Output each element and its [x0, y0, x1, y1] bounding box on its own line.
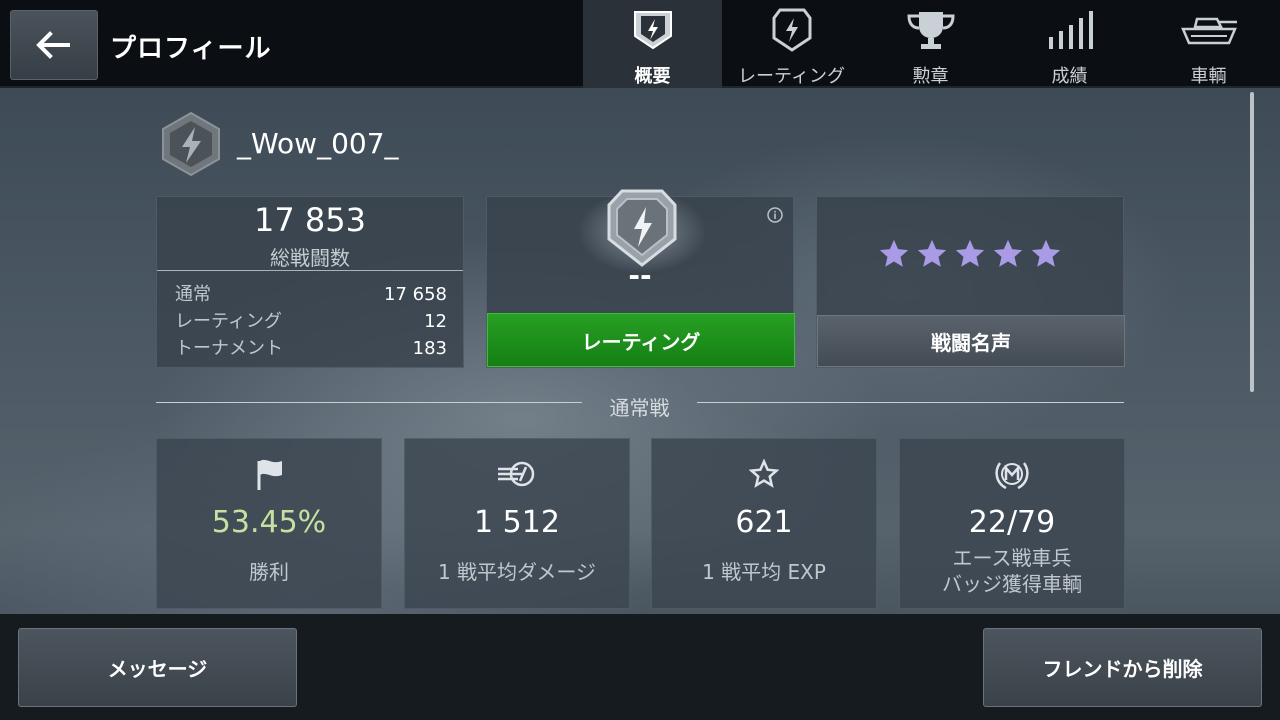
stat-label: 1 戦平均ダメージ: [437, 560, 597, 584]
breakdown-label: レーティング: [175, 311, 282, 332]
fame-stars: [817, 237, 1123, 271]
breakdown-row: レーティング 12: [175, 308, 447, 335]
breakdown-row: 通常 17 658: [175, 281, 447, 308]
ace-badge-icon: [900, 457, 1124, 491]
back-button[interactable]: [10, 10, 98, 80]
total-battles-value: 17 853: [254, 201, 366, 239]
rating-value: --: [628, 259, 652, 292]
stat-label-line: エース戦車兵: [952, 546, 1072, 570]
stat-value: 22/79: [968, 505, 1056, 540]
stat-card-avg-damage: 1 512 1 戦平均ダメージ: [404, 438, 630, 609]
player-rank-icon: [158, 111, 224, 177]
stat-value: 621: [735, 505, 793, 540]
info-icon[interactable]: [767, 207, 783, 223]
section-title: 通常戦: [609, 396, 670, 420]
tab-overview[interactable]: 概要: [583, 0, 722, 88]
star-icon: [917, 239, 947, 267]
tab-bar: 概要 レーティング 勲章 成績 車輌: [583, 0, 1278, 88]
tab-medals[interactable]: 勲章: [861, 0, 1000, 88]
star-icon: [993, 239, 1023, 267]
star-icon: [1031, 239, 1061, 267]
tab-vehicles[interactable]: 車輌: [1139, 0, 1278, 88]
star-icon: [879, 239, 909, 267]
stat-value: 1 512: [474, 505, 560, 540]
stat-label: 1 戦平均 EXP: [702, 560, 826, 584]
tab-label: 成績: [1051, 66, 1088, 87]
remove-friend-button[interactable]: フレンドから削除: [983, 628, 1262, 707]
tab-stats[interactable]: 成績: [1000, 0, 1139, 88]
shield-bolt-icon: [631, 8, 675, 52]
tab-label: 車輌: [1190, 66, 1227, 87]
rating-shield-icon: [772, 8, 812, 52]
star-icon: [955, 239, 985, 267]
tab-label: 概要: [634, 66, 671, 87]
section-divider-left: [156, 402, 582, 403]
battle-fame-button[interactable]: 戦闘名声: [817, 315, 1125, 367]
stat-card-win-rate: 53.45% 勝利: [156, 438, 382, 609]
stat-label-line: バッジ獲得車輌: [942, 572, 1082, 596]
tank-icon: [1179, 8, 1239, 52]
star-outline-icon: [652, 457, 876, 491]
tab-rating[interactable]: レーティング: [722, 0, 861, 88]
tab-label: 勲章: [912, 66, 949, 87]
message-button[interactable]: メッセージ: [18, 628, 297, 707]
battles-breakdown: 通常 17 658 レーティング 12 トーナメント 183: [175, 281, 447, 362]
bar-chart-icon: [1047, 8, 1093, 52]
trophy-icon: [905, 8, 957, 52]
stat-label: エース戦車兵 バッジ獲得車輌: [900, 545, 1124, 597]
damage-icon: [405, 457, 629, 491]
breakdown-value: 183: [412, 338, 447, 359]
stat-card-ace-badges: 22/79 エース戦車兵 バッジ獲得車輌: [899, 438, 1125, 609]
breakdown-value: 17 658: [384, 284, 447, 305]
rating-button[interactable]: レーティング: [487, 313, 795, 367]
stat-card-avg-exp: 621 1 戦平均 EXP: [651, 438, 877, 609]
player-name: _Wow_007_: [237, 127, 399, 160]
fame-panel: 戦闘名声: [816, 196, 1125, 368]
battles-panel: 17 853 総戦闘数 通常 17 658 レーティング 12 トーナメント 1…: [156, 196, 464, 368]
rating-panel: -- レーティング: [486, 187, 795, 368]
arrow-left-icon: [36, 31, 70, 59]
stat-value: 53.45%: [211, 505, 327, 540]
divider: [157, 270, 463, 271]
scrollbar[interactable]: [1250, 92, 1254, 392]
breakdown-value: 12: [424, 311, 447, 332]
total-battles-label: 総戦闘数: [270, 246, 350, 270]
breakdown-label: 通常: [175, 284, 211, 305]
flag-icon: [157, 457, 381, 491]
breakdown-row: トーナメント 183: [175, 335, 447, 362]
top-bar: プロフィール 概要 レーティング 勲章 成績 車輌: [0, 0, 1280, 88]
page-title: プロフィール: [110, 34, 272, 64]
breakdown-label: トーナメント: [175, 338, 283, 359]
section-divider-right: [697, 402, 1124, 403]
stat-label: 勝利: [249, 560, 289, 584]
tab-label: レーティング: [738, 66, 845, 87]
